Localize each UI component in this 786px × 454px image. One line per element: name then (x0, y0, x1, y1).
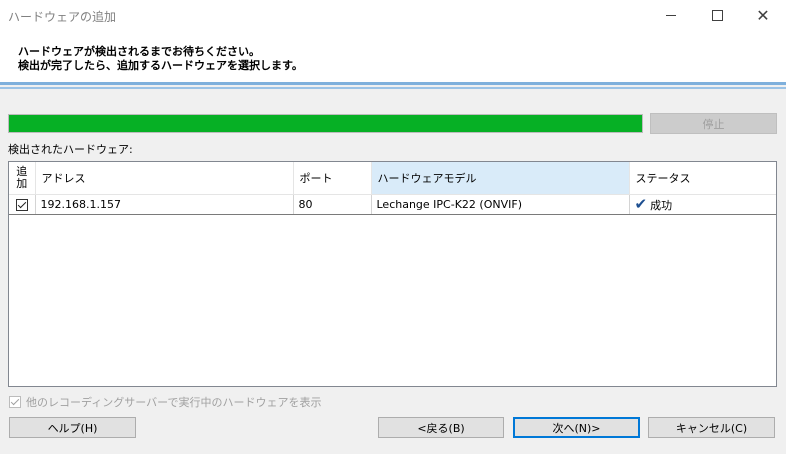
list-header: 追加 アドレス ポート ハードウェアモデル ステータス (9, 162, 776, 195)
column-header-port[interactable]: ポート (293, 162, 372, 195)
help-button[interactable]: ヘルプ(H) (9, 417, 136, 438)
status-text: 成功 (650, 198, 673, 212)
port-cell: 80 (293, 194, 372, 215)
header-divider-secondary (0, 87, 786, 89)
wizard-header: ハードウェアが検出されるまでお待ちください。 検出が完了したら、追加するハードウ… (0, 30, 786, 82)
column-header-model[interactable]: ハードウェアモデル (371, 162, 630, 195)
show-other-servers-label: 他のレコーディングサーバーで実行中のハードウェアを表示 (26, 396, 322, 409)
window-title: ハードウェアの追加 (8, 10, 117, 24)
maximize-icon (711, 9, 723, 21)
column-header-status[interactable]: ステータス (629, 162, 776, 195)
next-button[interactable]: 次へ(N)> (513, 417, 640, 438)
close-icon: ✕ (756, 5, 770, 25)
model-cell: Lechange IPC-K22 (ONVIF) (371, 194, 630, 215)
show-other-servers-checkbox[interactable] (9, 396, 21, 408)
status-cell: ✔ 成功 (629, 194, 776, 215)
minimize-button[interactable] (648, 0, 694, 30)
column-header-add[interactable]: 追加 (9, 162, 36, 195)
checkmark-icon: ✔ (634, 195, 648, 213)
back-button[interactable]: <戻る(B) (378, 417, 504, 438)
add-checkbox[interactable] (15, 199, 28, 211)
stop-button[interactable]: 停止 (650, 113, 777, 134)
title-bar: ハードウェアの追加 ✕ (0, 0, 786, 30)
close-button[interactable]: ✕ (740, 0, 786, 30)
show-other-servers-option[interactable]: 他のレコーディングサーバーで実行中のハードウェアを表示 (9, 394, 321, 410)
header-instruction-2: 検出が完了したら、追加するハードウェアを選択します。 (18, 59, 303, 72)
progress-bar (8, 114, 643, 133)
cancel-button[interactable]: キャンセル(C) (648, 417, 775, 438)
progress-fill (9, 115, 642, 132)
table-row[interactable]: 192.168.1.157 80 Lechange IPC-K22 (ONVIF… (9, 194, 776, 215)
column-header-address[interactable]: アドレス (35, 162, 294, 195)
add-cell[interactable] (9, 194, 36, 215)
address-cell: 192.168.1.157 (35, 194, 294, 215)
detected-hardware-label: 検出されたハードウェア: (8, 143, 133, 156)
minimize-icon (666, 14, 676, 16)
maximize-button[interactable] (694, 0, 740, 30)
header-divider (0, 82, 786, 85)
hardware-list[interactable]: 追加 アドレス ポート ハードウェアモデル ステータス 192.168.1.15… (8, 161, 777, 387)
